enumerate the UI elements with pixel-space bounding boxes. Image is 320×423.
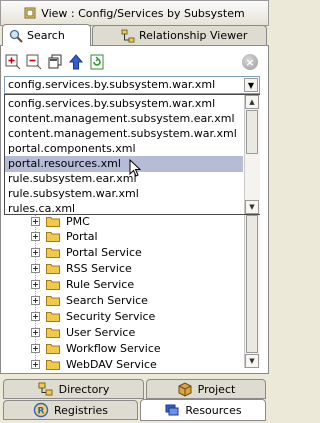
tree-item[interactable]: Security Service	[31, 308, 155, 324]
expand-all-icon	[5, 54, 21, 70]
folder-icon	[46, 359, 60, 370]
tree-item[interactable]: WebDAV Service	[31, 356, 157, 372]
folder-icon	[46, 295, 60, 306]
copy-button[interactable]	[47, 54, 63, 70]
expand-all-button[interactable]	[5, 54, 21, 70]
tab-project-label: Project	[197, 382, 236, 396]
tree-item-label: User Service	[66, 325, 136, 339]
tab-registries[interactable]: R Registries	[3, 400, 138, 420]
scroll-down-icon[interactable]: ▼	[245, 354, 259, 368]
folder-icon	[46, 327, 60, 338]
tab-search[interactable]: Search	[2, 24, 91, 46]
dropdown-option[interactable]: config.services.by.subsystem.war.xml	[5, 96, 243, 112]
tree-item-label: Search Service	[66, 293, 148, 307]
tree-item-label: Portal	[66, 229, 98, 243]
tab-relationship-viewer[interactable]: Relationship Viewer	[92, 25, 267, 45]
tab-resources[interactable]: Resources	[140, 399, 266, 421]
tab-search-label: Search	[27, 29, 65, 42]
view-icon	[24, 7, 36, 19]
folder-icon	[46, 247, 60, 258]
resources-icon	[164, 402, 180, 418]
tree-item-label: Rule Service	[66, 277, 135, 291]
registries-icon: R	[33, 402, 49, 418]
dropdown-option[interactable]: rules.ca.xml	[5, 201, 243, 217]
expand-plus-icon[interactable]	[31, 295, 40, 305]
folder-icon	[46, 311, 60, 322]
magnifier-icon	[9, 29, 23, 43]
expand-plus-icon[interactable]	[31, 247, 40, 257]
tree-item[interactable]: Rule Service	[31, 276, 134, 292]
folder-icon	[46, 231, 60, 242]
relationship-icon	[121, 29, 135, 43]
tree-item-label: WebDAV Service	[66, 357, 157, 371]
dropdown-option[interactable]: content.management.subsystem.war.xml	[5, 126, 243, 142]
expand-plus-icon[interactable]	[31, 359, 40, 369]
tree-item-label: Portal Service	[66, 245, 142, 259]
view-title: View : Config/Services by Subsystem	[41, 6, 245, 20]
refresh-icon	[89, 54, 105, 70]
tree-item[interactable]: Workflow Service	[31, 340, 161, 356]
stop-button[interactable]: ×	[242, 54, 258, 70]
copy-icon	[47, 54, 63, 70]
dropdown-option[interactable]: content.management.subsystem.ear.xml	[5, 111, 243, 127]
up-button[interactable]	[68, 54, 84, 70]
expand-plus-icon[interactable]	[31, 279, 40, 289]
tab-resources-label: Resources	[185, 403, 242, 417]
dropdown-option-selected[interactable]: portal.resources.xml	[5, 156, 243, 172]
tree-item-label: Workflow Service	[66, 341, 161, 355]
expand-plus-icon[interactable]	[31, 327, 40, 337]
tree-item[interactable]: Portal Service	[31, 244, 142, 260]
tree-item[interactable]: Portal	[31, 228, 98, 244]
expand-plus-icon[interactable]	[31, 263, 40, 273]
mouse-cursor-icon	[129, 158, 142, 180]
directory-icon	[38, 381, 54, 397]
scroll-down-icon[interactable]: ▼	[245, 200, 259, 214]
dropdown-option[interactable]: portal.components.xml	[5, 141, 243, 157]
tree-item[interactable]: RSS Service	[31, 260, 132, 276]
collapse-all-button[interactable]	[26, 54, 42, 70]
stop-icon: ×	[245, 55, 255, 69]
folder-icon	[46, 263, 60, 274]
expand-plus-icon[interactable]	[31, 311, 40, 321]
view-title-bar: View : Config/Services by Subsystem	[0, 0, 269, 26]
folder-icon	[46, 343, 60, 354]
file-select-combo[interactable]: config.services.by.subsystem.war.xml ▼	[4, 76, 260, 94]
file-select-dropdown: config.services.by.subsystem.war.xml con…	[4, 94, 260, 215]
tree-item[interactable]: User Service	[31, 324, 135, 340]
collapse-all-icon	[26, 54, 42, 70]
tree-item-label: Security Service	[66, 309, 156, 323]
tree-scroll-thumb[interactable]	[246, 215, 258, 353]
expand-plus-icon[interactable]	[31, 231, 40, 241]
tree-item[interactable]: Search Service	[31, 292, 148, 308]
expand-plus-icon[interactable]	[31, 343, 40, 353]
dropdown-option[interactable]: rule.subsystem.war.xml	[5, 186, 243, 202]
toolbar	[5, 52, 105, 72]
project-box-icon	[177, 381, 193, 397]
up-arrow-icon	[68, 54, 84, 70]
folder-icon	[46, 279, 60, 290]
tab-directory-label: Directory	[58, 382, 110, 396]
dropdown-scroll-thumb[interactable]	[246, 110, 258, 154]
svg-text:R: R	[37, 407, 44, 417]
tab-relationship-viewer-label: Relationship Viewer	[139, 29, 248, 42]
refresh-button[interactable]	[89, 54, 105, 70]
tab-directory[interactable]: Directory	[3, 379, 144, 399]
tab-project[interactable]: Project	[146, 379, 266, 399]
dropdown-scrollbar[interactable]: ▲ ▼	[244, 95, 260, 214]
tab-registries-label: Registries	[53, 403, 109, 417]
tree-item-label: RSS Service	[66, 261, 132, 275]
dropdown-option[interactable]: rule.subsystem.ear.xml	[5, 171, 243, 187]
file-select-value: config.services.by.subsystem.war.xml	[8, 78, 216, 91]
expand-plus-icon[interactable]	[31, 216, 40, 226]
folder-icon	[46, 216, 60, 227]
scroll-up-icon[interactable]: ▲	[245, 95, 259, 109]
chevron-down-icon[interactable]: ▼	[244, 78, 258, 92]
tree-scrollbar[interactable]: ▼	[244, 215, 260, 368]
